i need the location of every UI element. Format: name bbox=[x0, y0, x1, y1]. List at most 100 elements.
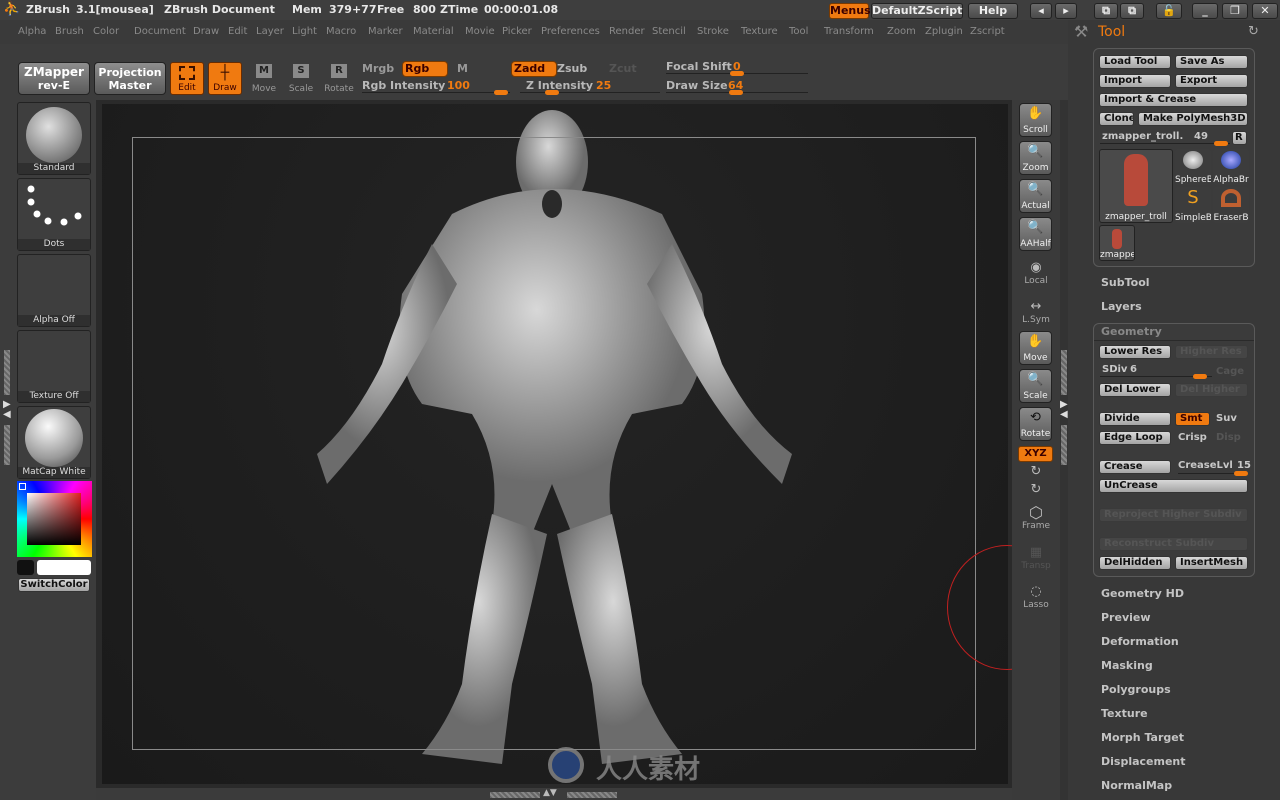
menu-material[interactable]: Material bbox=[413, 26, 454, 37]
load-tool-button[interactable]: Load Tool bbox=[1099, 55, 1171, 69]
projection-master-button[interactable]: Projection Master bbox=[94, 62, 166, 95]
rotate-button[interactable]: R Rotate bbox=[321, 62, 357, 95]
import-crease-button[interactable]: Import & Crease bbox=[1099, 93, 1248, 107]
crease-level-knob[interactable] bbox=[1234, 471, 1248, 476]
menu-picker[interactable]: Picker bbox=[502, 26, 532, 37]
bottom-scrollbar-left[interactable] bbox=[490, 792, 540, 798]
hue-marker[interactable] bbox=[19, 483, 26, 490]
tool-thumb-sphereb[interactable]: SphereB bbox=[1175, 149, 1211, 185]
restore-icon[interactable]: ❐ bbox=[1222, 3, 1248, 19]
lsym-button[interactable]: ↔ L.Sym bbox=[1018, 299, 1054, 325]
deformation-section[interactable]: Deformation bbox=[1101, 635, 1179, 648]
scale-button[interactable]: S Scale bbox=[283, 62, 319, 95]
tool-slider-knob[interactable] bbox=[1214, 141, 1228, 146]
brush-selector[interactable]: Standard bbox=[17, 102, 91, 175]
import-button[interactable]: Import bbox=[1099, 74, 1171, 88]
menu-zplugin[interactable]: Zplugin bbox=[925, 26, 963, 37]
menu-alpha[interactable]: Alpha bbox=[18, 26, 46, 37]
export-button[interactable]: Export bbox=[1175, 74, 1248, 88]
menu-movie[interactable]: Movie bbox=[465, 26, 495, 37]
higher-res-button[interactable]: Higher Res bbox=[1175, 345, 1248, 359]
palette-reset-icon[interactable]: ↻ bbox=[1248, 24, 1259, 39]
tool-thumb-zmapper-troll[interactable]: zmapper_troll bbox=[1099, 149, 1173, 223]
texture-selector[interactable]: Texture Off bbox=[17, 330, 91, 403]
reproject-higher-subdiv-button[interactable]: Reproject Higher Subdiv bbox=[1099, 508, 1248, 522]
zcut-button[interactable]: Zcut bbox=[609, 62, 637, 75]
move-button[interactable]: M Move bbox=[246, 62, 282, 95]
stroke-selector[interactable]: Dots bbox=[17, 178, 91, 251]
close-icon[interactable]: ✕ bbox=[1252, 3, 1278, 19]
crisp-toggle[interactable]: Crisp bbox=[1178, 432, 1207, 443]
del-hidden-button[interactable]: DelHidden bbox=[1099, 556, 1171, 570]
menu-render[interactable]: Render bbox=[609, 26, 645, 37]
focal-shift-knob[interactable] bbox=[730, 71, 744, 76]
menu-stencil[interactable]: Stencil bbox=[652, 26, 686, 37]
right-tray-scrollbar[interactable] bbox=[1061, 350, 1067, 395]
z-intensity-slider[interactable] bbox=[520, 92, 660, 93]
lower-res-button[interactable]: Lower Res bbox=[1099, 345, 1171, 359]
lasso-button[interactable]: ◌ Lasso bbox=[1018, 584, 1054, 610]
tool-thumb-zmapper-small[interactable]: zmapper bbox=[1099, 225, 1135, 261]
menu-light[interactable]: Light bbox=[292, 26, 317, 37]
insert-mesh-button[interactable]: InsertMesh bbox=[1175, 556, 1248, 570]
z-intensity-knob[interactable] bbox=[545, 90, 559, 95]
frame-button[interactable]: ⬡ Frame bbox=[1018, 505, 1054, 532]
clone-button[interactable]: Clone bbox=[1099, 112, 1134, 126]
scale-view-button[interactable]: 🔍 Scale bbox=[1019, 369, 1052, 403]
menu-preferences[interactable]: Preferences bbox=[541, 26, 600, 37]
prev-window-icon[interactable]: ⧉ bbox=[1094, 3, 1118, 19]
menu-macro[interactable]: Macro bbox=[326, 26, 356, 37]
tool-thumb-alphabr[interactable]: AlphaBr bbox=[1213, 149, 1249, 185]
menu-transform[interactable]: Transform bbox=[824, 26, 874, 37]
morph-target-section[interactable]: Morph Target bbox=[1101, 731, 1184, 744]
expand-layout-icon[interactable]: ▸ bbox=[1055, 3, 1077, 19]
left-shelf-scrollbar-lower[interactable] bbox=[4, 425, 10, 465]
menu-stroke[interactable]: Stroke bbox=[697, 26, 729, 37]
geometry-section[interactable]: Geometry bbox=[1101, 325, 1162, 338]
rgb-intensity-slider[interactable] bbox=[362, 92, 510, 93]
draw-size-knob[interactable] bbox=[729, 90, 743, 95]
menu-layer[interactable]: Layer bbox=[256, 26, 284, 37]
transp-button[interactable]: ▦ Transp bbox=[1018, 545, 1054, 571]
rgb-button[interactable]: Rgb bbox=[402, 61, 448, 77]
draw-button[interactable]: ┼ Draw bbox=[208, 62, 242, 95]
make-polymesh3d-button[interactable]: Make PolyMesh3D bbox=[1138, 112, 1248, 126]
smt-toggle[interactable]: Smt bbox=[1175, 412, 1210, 426]
lock-icon[interactable]: 🔓 bbox=[1156, 3, 1182, 19]
left-shelf-scrollbar[interactable] bbox=[4, 350, 10, 395]
menu-brush[interactable]: Brush bbox=[55, 26, 84, 37]
menu-document[interactable]: Document bbox=[134, 26, 186, 37]
tool-slider[interactable] bbox=[1100, 143, 1230, 144]
menu-draw[interactable]: Draw bbox=[193, 26, 219, 37]
edge-loop-button[interactable]: Edge Loop bbox=[1099, 431, 1171, 445]
polygroups-section[interactable]: Polygroups bbox=[1101, 683, 1171, 696]
help-button[interactable]: Help bbox=[968, 3, 1018, 19]
zmapper-button[interactable]: ZMapper rev-E bbox=[18, 62, 90, 95]
displacement-section[interactable]: Displacement bbox=[1101, 755, 1186, 768]
bottom-expand-arrows-icon[interactable]: ▲▼ bbox=[543, 788, 557, 798]
minimize-icon[interactable]: _ bbox=[1192, 3, 1218, 19]
move-view-button[interactable]: ✋ Move bbox=[1019, 331, 1052, 365]
menu-texture[interactable]: Texture bbox=[741, 26, 778, 37]
default-zscript-button[interactable]: DefaultZScript bbox=[871, 3, 963, 19]
right-expand-arrows-icon[interactable]: ▶ ◀ bbox=[1060, 400, 1068, 420]
tool-thumb-eraserb[interactable]: EraserB bbox=[1213, 187, 1249, 223]
masking-section[interactable]: Masking bbox=[1101, 659, 1153, 672]
zoom-button[interactable]: 🔍 Zoom bbox=[1019, 141, 1052, 175]
tool-thumb-simpleb[interactable]: S SimpleB bbox=[1175, 187, 1211, 223]
cage-button[interactable]: Cage bbox=[1216, 366, 1244, 377]
material-selector[interactable]: MatCap White bbox=[17, 406, 91, 479]
z-rotation-button[interactable]: ↻ bbox=[1018, 482, 1054, 498]
shrink-layout-icon[interactable]: ◂ bbox=[1030, 3, 1052, 19]
menus-button[interactable]: Menus bbox=[829, 3, 871, 19]
del-higher-button[interactable]: Del Higher bbox=[1175, 383, 1248, 397]
local-button[interactable]: ◉ Local bbox=[1018, 260, 1054, 286]
zadd-button[interactable]: Zadd bbox=[511, 61, 557, 77]
menu-zscript[interactable]: Zscript bbox=[970, 26, 1005, 37]
uncrease-button[interactable]: UnCrease bbox=[1099, 479, 1248, 493]
actual-button[interactable]: 🔍 Actual bbox=[1019, 179, 1052, 213]
color-picker[interactable] bbox=[17, 481, 92, 557]
divide-button[interactable]: Divide bbox=[1099, 412, 1171, 426]
sdiv-slider-knob[interactable] bbox=[1193, 374, 1207, 379]
normalmap-section[interactable]: NormalMap bbox=[1101, 779, 1172, 792]
